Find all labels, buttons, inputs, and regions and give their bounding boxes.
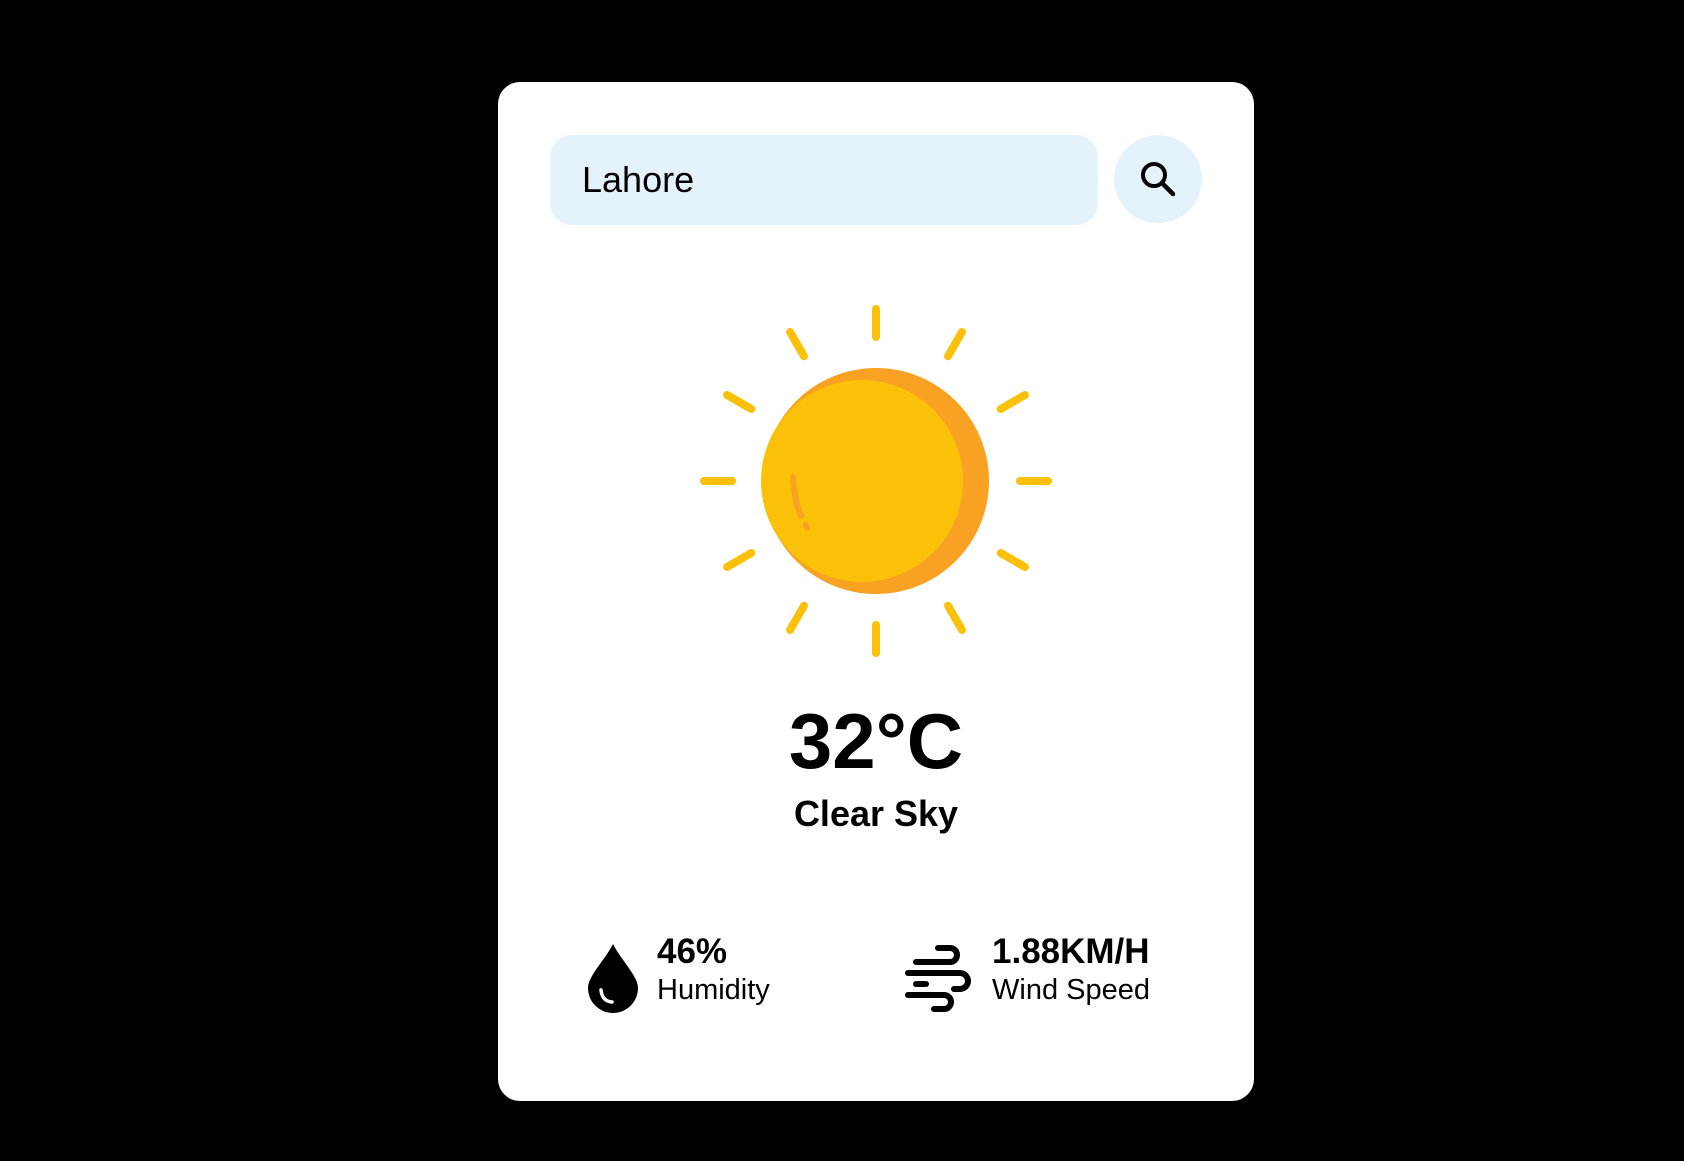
sun-ray — [723, 549, 756, 571]
search-input[interactable] — [550, 135, 1098, 225]
sun-ray — [786, 601, 808, 634]
wind-icon — [904, 942, 976, 1019]
sun-ray — [786, 328, 808, 361]
humidity-label: Humidity — [657, 974, 770, 1006]
sun-ray — [944, 328, 966, 361]
sun-ray — [996, 391, 1029, 413]
weather-card: 32°C Clear Sky 46% Humidity 1.88KM/H Win… — [498, 82, 1254, 1101]
sun-icon — [700, 305, 1052, 657]
sun-ray — [944, 601, 966, 634]
humidity-value: 46% — [657, 932, 728, 971]
wind-speed-label: Wind Speed — [992, 974, 1150, 1006]
sun-ray — [996, 549, 1029, 571]
temperature: 32°C — [788, 697, 964, 785]
search-button[interactable] — [1114, 135, 1202, 223]
sun-ray — [723, 391, 756, 413]
weather-condition: Clear Sky — [793, 793, 959, 834]
search-icon — [1138, 159, 1178, 199]
water-drop-icon — [586, 942, 640, 1019]
wind-speed-value: 1.88KM/H — [992, 932, 1150, 971]
